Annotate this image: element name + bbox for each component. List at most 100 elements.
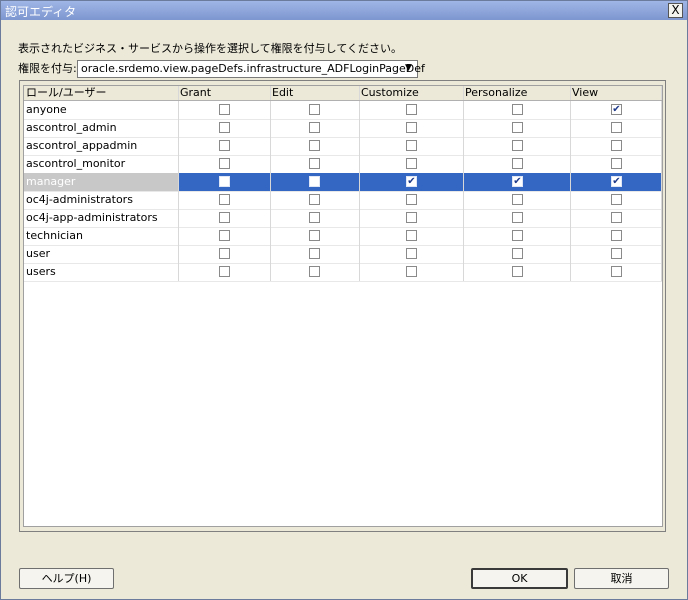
grant-checkbox[interactable]: [219, 194, 230, 205]
header-grant: Grant: [180, 86, 212, 99]
view-cell: [571, 155, 662, 173]
grant-checkbox[interactable]: [219, 248, 230, 259]
personalize-checkbox[interactable]: [512, 248, 523, 259]
table-row[interactable]: users: [24, 263, 662, 282]
role-name-cell: manager: [24, 173, 179, 191]
edit-cell: [271, 137, 360, 155]
help-button[interactable]: ヘルプ(H): [19, 568, 114, 589]
title-bar: 認可エディタ X: [1, 1, 687, 20]
personalize-cell: ✔: [464, 173, 571, 191]
view-checkbox[interactable]: [611, 212, 622, 223]
edit-checkbox[interactable]: [309, 176, 320, 187]
personalize-cell: [464, 119, 571, 137]
personalize-checkbox[interactable]: [512, 194, 523, 205]
view-checkbox[interactable]: [611, 158, 622, 169]
grant-permission-label: 権限を付与:: [18, 62, 77, 75]
grant-cell: [179, 119, 271, 137]
edit-checkbox[interactable]: [309, 248, 320, 259]
table-row[interactable]: oc4j-administrators: [24, 191, 662, 210]
grant-checkbox[interactable]: [219, 266, 230, 277]
personalize-cell: [464, 155, 571, 173]
role-name-cell: technician: [24, 227, 179, 245]
ok-button[interactable]: OK: [471, 568, 568, 589]
grant-checkbox[interactable]: [219, 230, 230, 241]
view-checkbox[interactable]: [611, 122, 622, 133]
customize-checkbox[interactable]: ✔: [406, 176, 417, 187]
table-row[interactable]: ascontrol_appadmin: [24, 137, 662, 156]
cancel-button[interactable]: 取消: [574, 568, 669, 589]
personalize-checkbox[interactable]: [512, 230, 523, 241]
view-checkbox[interactable]: ✔: [611, 104, 622, 115]
personalize-cell: [464, 191, 571, 209]
customize-checkbox[interactable]: [406, 266, 417, 277]
table-row[interactable]: ascontrol_admin: [24, 119, 662, 138]
personalize-checkbox[interactable]: [512, 122, 523, 133]
view-checkbox[interactable]: [611, 230, 622, 241]
edit-checkbox[interactable]: [309, 104, 320, 115]
grant-checkbox[interactable]: [219, 104, 230, 115]
personalize-checkbox[interactable]: [512, 212, 523, 223]
personalize-checkbox[interactable]: [512, 104, 523, 115]
grant-checkbox[interactable]: [219, 140, 230, 151]
table-row[interactable]: user: [24, 245, 662, 264]
grant-cell: [179, 101, 271, 119]
customize-cell: [360, 101, 464, 119]
view-cell: [571, 227, 662, 245]
personalize-checkbox[interactable]: ✔: [512, 176, 523, 187]
customize-checkbox[interactable]: [406, 212, 417, 223]
table-row[interactable]: technician: [24, 227, 662, 246]
edit-checkbox[interactable]: [309, 230, 320, 241]
table-row[interactable]: anyone ✔: [24, 101, 662, 120]
view-checkbox[interactable]: [611, 194, 622, 205]
edit-checkbox[interactable]: [309, 266, 320, 277]
view-checkbox[interactable]: ✔: [611, 176, 622, 187]
grant-cell: [179, 245, 271, 263]
role-name-cell: anyone: [24, 101, 179, 119]
table-header-row: ロール/ユーザー Grant Edit Customize Personaliz…: [24, 86, 662, 101]
personalize-checkbox[interactable]: [512, 140, 523, 151]
grant-cell: [179, 227, 271, 245]
view-checkbox[interactable]: [611, 140, 622, 151]
customize-cell: [360, 263, 464, 281]
view-cell: [571, 119, 662, 137]
grant-checkbox[interactable]: [219, 176, 230, 187]
customize-checkbox[interactable]: [406, 194, 417, 205]
grant-checkbox[interactable]: [219, 122, 230, 133]
window-title: 認可エディタ: [5, 5, 77, 19]
view-cell: [571, 209, 662, 227]
grant-checkbox[interactable]: [219, 212, 230, 223]
view-checkbox[interactable]: [611, 248, 622, 259]
customize-cell: [360, 191, 464, 209]
header-view: View: [572, 86, 599, 99]
edit-checkbox[interactable]: [309, 212, 320, 223]
edit-checkbox[interactable]: [309, 122, 320, 133]
personalize-checkbox[interactable]: [512, 266, 523, 277]
edit-checkbox[interactable]: [309, 140, 320, 151]
customize-checkbox[interactable]: [406, 248, 417, 259]
view-checkbox[interactable]: [611, 266, 622, 277]
customize-checkbox[interactable]: [406, 158, 417, 169]
customize-checkbox[interactable]: [406, 122, 417, 133]
edit-cell: [271, 119, 360, 137]
customize-checkbox[interactable]: [406, 140, 417, 151]
customize-checkbox[interactable]: [406, 230, 417, 241]
customize-checkbox[interactable]: [406, 104, 417, 115]
close-button[interactable]: X: [668, 3, 683, 18]
table-row[interactable]: ascontrol_monitor: [24, 155, 662, 174]
role-name-cell: ascontrol_appadmin: [24, 137, 179, 155]
edit-checkbox[interactable]: [309, 194, 320, 205]
role-name-cell: ascontrol_admin: [24, 119, 179, 137]
table-row[interactable]: oc4j-app-administrators: [24, 209, 662, 228]
personalize-checkbox[interactable]: [512, 158, 523, 169]
personalize-cell: [464, 227, 571, 245]
permission-table: ロール/ユーザー Grant Edit Customize Personaliz…: [23, 85, 663, 527]
role-name-cell: user: [24, 245, 179, 263]
grant-checkbox[interactable]: [219, 158, 230, 169]
table-row[interactable]: manager ✔ ✔ ✔: [24, 173, 662, 192]
grant-cell: [179, 263, 271, 281]
customize-cell: [360, 245, 464, 263]
role-name-cell: users: [24, 263, 179, 281]
chevron-down-icon[interactable]: ▼: [402, 63, 415, 74]
permission-dropdown[interactable]: oracle.srdemo.view.pageDefs.infrastructu…: [77, 60, 425, 78]
edit-checkbox[interactable]: [309, 158, 320, 169]
